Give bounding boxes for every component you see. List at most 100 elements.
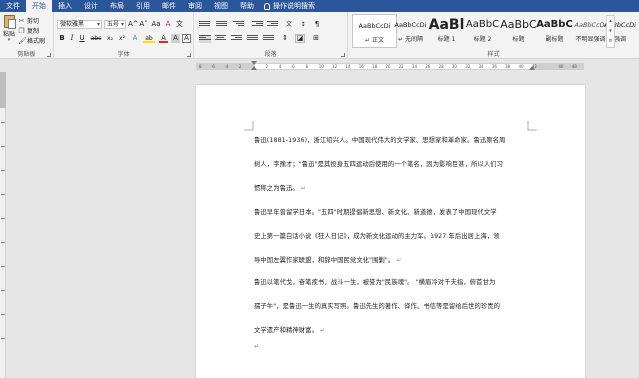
show-marks-icon[interactable]: ¶ <box>312 20 322 29</box>
tab-help[interactable]: 帮助 <box>234 0 260 12</box>
ruler-tick-label: 24 <box>411 64 418 69</box>
decrease-indent-icon[interactable] <box>252 21 263 29</box>
ruler-tick <box>1 266 5 267</box>
ruler-tick-label: 4 <box>225 64 229 69</box>
align-center-icon[interactable] <box>215 35 226 43</box>
tab-mailings[interactable]: 邮件 <box>156 0 182 12</box>
ruler-tick-label: 22 <box>398 64 404 69</box>
tab-review[interactable]: 审阅 <box>182 0 208 12</box>
phonetic-guide-button[interactable]: 文 <box>175 20 184 29</box>
ruler-tick-label: 34 <box>478 64 484 69</box>
numbering-icon[interactable] <box>216 21 227 29</box>
font-size-select[interactable]: 五号 <box>104 20 126 29</box>
sort-icon[interactable]: ↕ <box>298 20 308 29</box>
first-line-indent-marker[interactable] <box>251 61 257 65</box>
crop-mark-top-left <box>244 121 254 131</box>
scissors-icon: ✂ <box>18 16 25 25</box>
cut-button[interactable]: ✂ 剪切 <box>18 16 40 26</box>
tab-references[interactable]: 引用 <box>130 0 156 12</box>
grow-font-button[interactable]: A^ <box>128 20 139 29</box>
italic-button[interactable]: I <box>68 34 76 43</box>
paragraph-mark: ↵ <box>319 327 326 334</box>
bullets-icon[interactable] <box>199 21 210 29</box>
word-window: 文件 开始 插入 设计 布局 引用 邮件 审阅 视图 帮助 操作说明搜索 粘贴 … <box>0 0 639 378</box>
line-text: 导中国左翼作家联盟，和辞中国民党文化"围剿"。 <box>254 257 395 264</box>
align-left-icon[interactable] <box>199 35 211 43</box>
tell-me-search[interactable]: 操作说明搜索 <box>260 0 315 12</box>
paste-icon <box>3 15 16 29</box>
document-page[interactable]: 鲁迅(1881-1936)，浙江绍兴人。中国现代伟大的文学家、思想家和革命家。鲁… <box>196 85 585 378</box>
font-color-button[interactable]: A <box>159 34 168 43</box>
chevron-down-icon: ▾ <box>609 28 612 34</box>
change-case-button[interactable]: Aa <box>151 20 161 29</box>
align-right-icon[interactable] <box>231 35 242 43</box>
tab-design[interactable]: 设计 <box>78 0 104 12</box>
clipboard-launcher[interactable] <box>47 53 51 57</box>
copy-button[interactable]: ❐ 复制 <box>18 26 40 36</box>
more-icon: ≡ <box>608 38 613 44</box>
text-line: 孺子牛"，是鲁迅一生的真实写照。鲁迅先生的著作、译作、书信等是留给后世的珍贵的 <box>254 295 534 319</box>
underline-button[interactable]: U <box>78 34 86 43</box>
multilevel-list-icon[interactable] <box>233 21 244 29</box>
ruler-tick-label: 30 <box>451 64 457 69</box>
text-effects-button[interactable]: A <box>131 34 139 43</box>
paragraph-1[interactable]: 鲁迅(1881-1936)，浙江绍兴人。中国现代伟大的文学家、思想家和革命家。鲁… <box>254 129 534 201</box>
empty-paragraph-mark[interactable]: ↵ <box>254 343 259 350</box>
ruler-tick-label: 38 <box>505 64 511 69</box>
borders-icon[interactable]: ⊞ <box>311 34 321 43</box>
ruler-tick-label: 48 <box>571 64 577 69</box>
shrink-font-button[interactable]: A˅ <box>139 20 148 29</box>
text-line: 文学遗产和精神财富。 ↵ <box>254 319 534 343</box>
tab-file[interactable]: 文件 <box>0 0 26 12</box>
font-launcher[interactable] <box>187 53 191 57</box>
paragraph-mark: ↵ <box>300 185 306 192</box>
format-painter-button[interactable]: 🖌 格式刷 <box>18 36 46 46</box>
copy-label: 复制 <box>27 28 40 35</box>
ruler-tick-label: 2 <box>265 64 269 69</box>
font-group-label: 字体 <box>117 51 130 58</box>
subscript-button[interactable]: x₂ <box>105 34 115 43</box>
ruler-tick <box>1 122 5 123</box>
hanging-indent-marker[interactable] <box>251 66 257 70</box>
tab-layout[interactable]: 布局 <box>104 0 130 12</box>
bold-button[interactable]: B <box>58 34 66 43</box>
increase-indent-icon[interactable] <box>267 21 278 29</box>
tab-insert[interactable]: 插入 <box>52 0 78 12</box>
tab-view[interactable]: 视图 <box>208 0 234 12</box>
ruler-tick-label: 8 <box>199 64 202 69</box>
clear-format-button[interactable]: A <box>164 20 172 29</box>
vertical-ruler[interactable] <box>0 72 6 378</box>
clipboard-group-label: 剪贴板 <box>17 51 36 58</box>
ruler-tick-label: 16 <box>358 64 364 69</box>
chevron-down-icon: ▾ <box>7 37 11 43</box>
right-indent-marker[interactable] <box>529 66 535 70</box>
clipboard-group: 粘贴 ▾ ✂ 剪切 ❐ 复制 🖌 格式刷 剪贴板 <box>0 12 54 59</box>
line-text: 惯称之为鲁迅。 <box>254 185 299 192</box>
shading-icon[interactable]: ◪ <box>295 34 305 43</box>
ruler-tick <box>1 194 5 195</box>
text-line: 史上第一篇白话小说《狂人日记》，成为新文化运动的主力军。1927 年后出居上海，… <box>254 225 534 249</box>
font-name-select[interactable]: 微软雅黑 <box>57 20 102 29</box>
styles-scroll[interactable]: ▴ ▾ ≡ <box>606 15 615 48</box>
paste-button[interactable]: 粘贴 ▾ <box>2 15 16 43</box>
justify-icon[interactable] <box>247 35 258 43</box>
paragraph-launcher[interactable] <box>341 53 345 57</box>
paragraph-3[interactable]: 鲁迅以笔代戈，奋笔疾书，战斗一生，被誉为"民族魂"。 "横眉冷对千夫指，俯首甘为… <box>254 271 534 343</box>
distribute-icon[interactable] <box>263 35 274 43</box>
ruler-tick-label: 2 <box>238 64 242 69</box>
tab-home[interactable]: 开始 <box>26 0 52 12</box>
chinese-layout-icon[interactable]: 文 <box>284 20 294 29</box>
character-border-button[interactable]: A <box>182 34 191 43</box>
styles-group-label: 样式 <box>487 51 500 58</box>
strikethrough-button[interactable]: abc <box>89 34 103 43</box>
paragraph-mark: ↵ <box>396 257 402 264</box>
paragraph-2[interactable]: 鲁迅早年曾留学日本。"五四"时期提倡新思想、新文化、新道德，发表了中国现代文学 … <box>254 201 534 273</box>
ruler-tick-label: 40 <box>518 64 524 69</box>
character-shading-button[interactable]: A <box>171 34 180 43</box>
format-painter-label: 格式刷 <box>27 38 46 45</box>
paragraph-group-label: 段落 <box>264 51 277 58</box>
superscript-button[interactable]: x² <box>117 34 127 43</box>
highlight-button[interactable]: ab <box>143 34 155 43</box>
line-spacing-icon[interactable]: ⇕ <box>280 34 290 43</box>
cut-label: 剪切 <box>27 18 40 25</box>
